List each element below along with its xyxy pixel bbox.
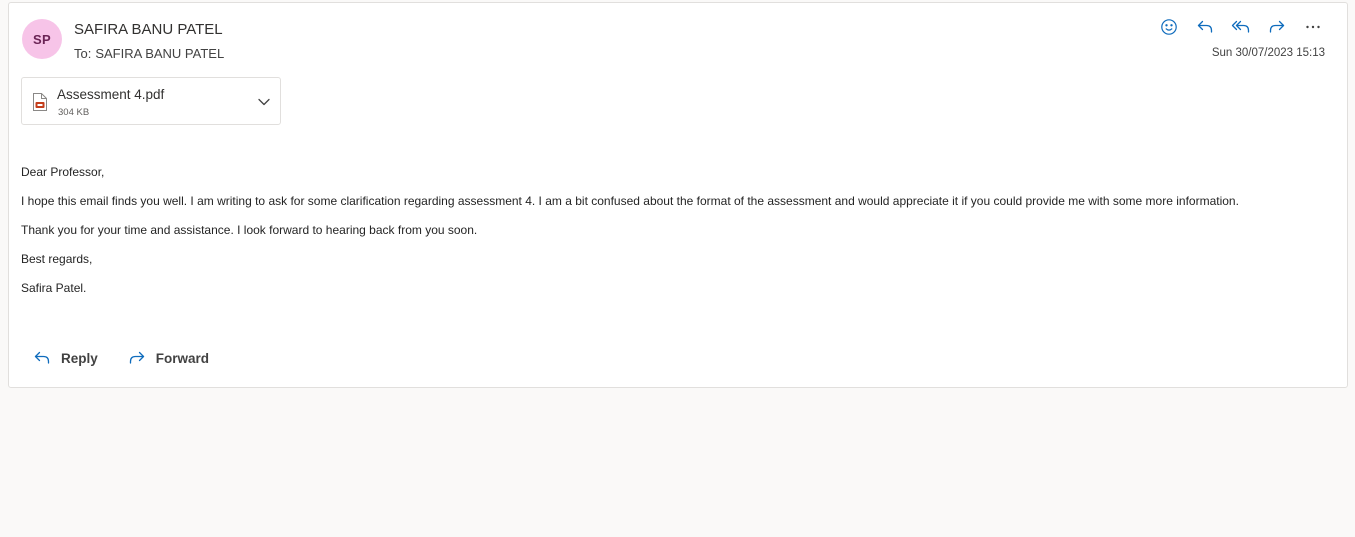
reply-icon [1197, 20, 1213, 33]
footer-forward-label: Forward [155, 350, 210, 366]
body-closing: Best regards, [21, 252, 93, 266]
recipient-name[interactable]: SAFIRA BANU PATEL [95, 46, 224, 61]
forward-icon [1269, 20, 1285, 33]
reply-all-icon [1231, 20, 1250, 33]
sender-name[interactable]: SAFIRA BANU PATEL [74, 21, 223, 38]
ellipsis-icon [1306, 25, 1320, 29]
recipient-line: To: SAFIRA BANU PATEL [74, 46, 224, 61]
reply-all-button[interactable] [1229, 15, 1253, 39]
attachment-file-name: Assessment 4.pdf [57, 87, 165, 102]
body-greeting: Dear Professor, [21, 165, 105, 179]
message-actions-toolbar [1157, 15, 1325, 39]
footer-actions: Reply Forward [33, 349, 209, 367]
forward-icon [129, 351, 144, 364]
pdf-file-icon [33, 93, 47, 111]
attachment-file-size: 304 KB [58, 107, 90, 118]
footer-forward-button[interactable]: Forward [128, 349, 209, 367]
more-actions-button[interactable] [1301, 15, 1325, 39]
to-label: To: [74, 46, 92, 61]
message-body: Dear Professor, I hope this email finds … [21, 164, 1239, 309]
body-paragraph: Thank you for your time and assistance. … [21, 223, 478, 237]
chevron-down-icon[interactable] [256, 94, 272, 110]
reply-icon [34, 351, 50, 364]
body-paragraph: I hope this email finds you well. I am w… [21, 194, 1239, 208]
footer-reply-button[interactable]: Reply [33, 349, 98, 367]
avatar[interactable]: SP [22, 19, 62, 59]
attachment-card[interactable]: Assessment 4.pdf 304 KB [21, 77, 281, 125]
reply-button[interactable] [1193, 15, 1217, 39]
sent-timestamp: Sun 30/07/2023 15:13 [1211, 47, 1325, 59]
body-signature: Safira Patel. [21, 281, 87, 295]
message-card: SP SAFIRA BANU PATEL To: SAFIRA BANU PATE… [8, 2, 1348, 388]
forward-button[interactable] [1265, 15, 1289, 39]
smiley-icon [1161, 19, 1177, 35]
footer-reply-label: Reply [61, 350, 98, 366]
emoji-react-button[interactable] [1157, 15, 1181, 39]
